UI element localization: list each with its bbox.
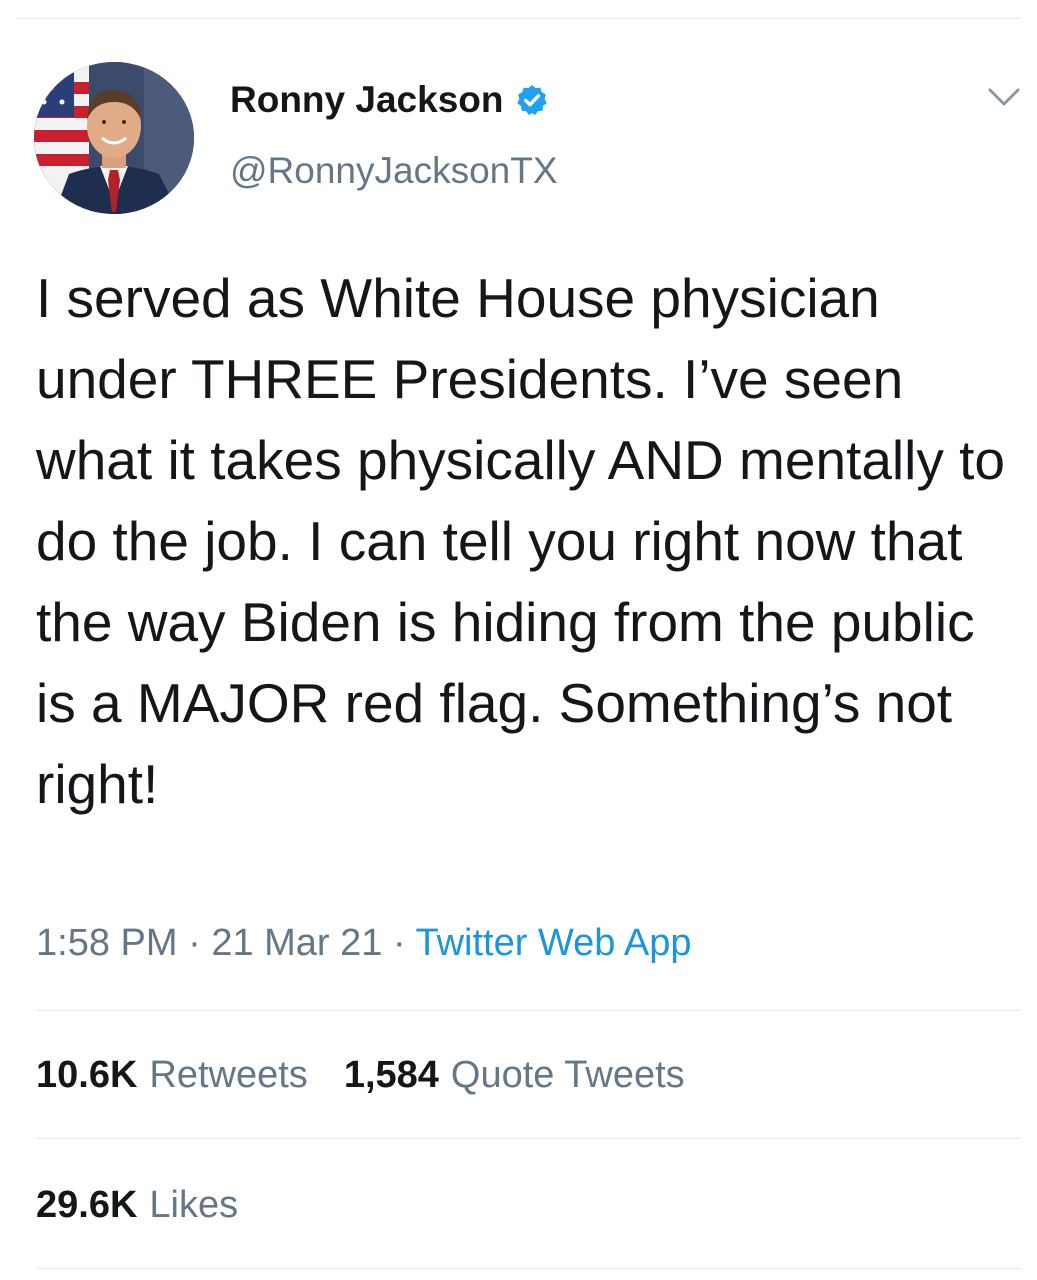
tweet-time[interactable]: 1:58 PM xyxy=(36,922,178,964)
tweet-detail-view: Ronny Jackson @RonnyJacksonTX I served a… xyxy=(0,0,1037,1280)
divider xyxy=(36,1010,1021,1011)
retweets-stat[interactable]: 10.6K Retweets xyxy=(36,1054,308,1097)
quote-tweets-count: 1,584 xyxy=(343,1054,439,1096)
display-name[interactable]: Ronny Jackson xyxy=(230,79,503,121)
meta-separator: · xyxy=(188,922,201,964)
author-handle[interactable]: @RonnyJacksonTX xyxy=(230,150,558,192)
tweet-meta: 1:58 PM · 21 Mar 21 · Twitter Web App xyxy=(36,922,691,965)
meta-separator-2: · xyxy=(392,922,406,964)
verified-badge-icon xyxy=(517,85,548,116)
likes-count: 29.6K xyxy=(36,1184,138,1226)
divider xyxy=(36,1268,1021,1269)
quote-tweets-stat[interactable]: 1,584 Quote Tweets xyxy=(344,1054,685,1097)
quote-tweets-label: Quote Tweets xyxy=(450,1054,685,1096)
likes-stat[interactable]: 29.6K Likes xyxy=(36,1184,238,1227)
chevron-down-icon[interactable] xyxy=(986,84,1022,110)
tweet-text: I served as White House physician under … xyxy=(36,267,1021,815)
profile-photo-icon xyxy=(34,62,194,214)
tweet-source-link[interactable]: Twitter Web App xyxy=(416,922,692,964)
avatar[interactable] xyxy=(34,62,194,214)
engagement-stats: 10.6K Retweets 1,584 Quote Tweets xyxy=(36,1054,711,1097)
tweet-date[interactable]: 21 Mar 21 xyxy=(211,922,382,964)
author-name-row[interactable]: Ronny Jackson xyxy=(230,76,549,124)
divider xyxy=(36,1138,1021,1139)
top-divider xyxy=(16,18,1021,19)
retweets-label: Retweets xyxy=(149,1054,308,1096)
likes-stats: 29.6K Likes xyxy=(36,1184,264,1227)
likes-label: Likes xyxy=(149,1184,239,1226)
retweets-count: 10.6K xyxy=(36,1054,138,1096)
